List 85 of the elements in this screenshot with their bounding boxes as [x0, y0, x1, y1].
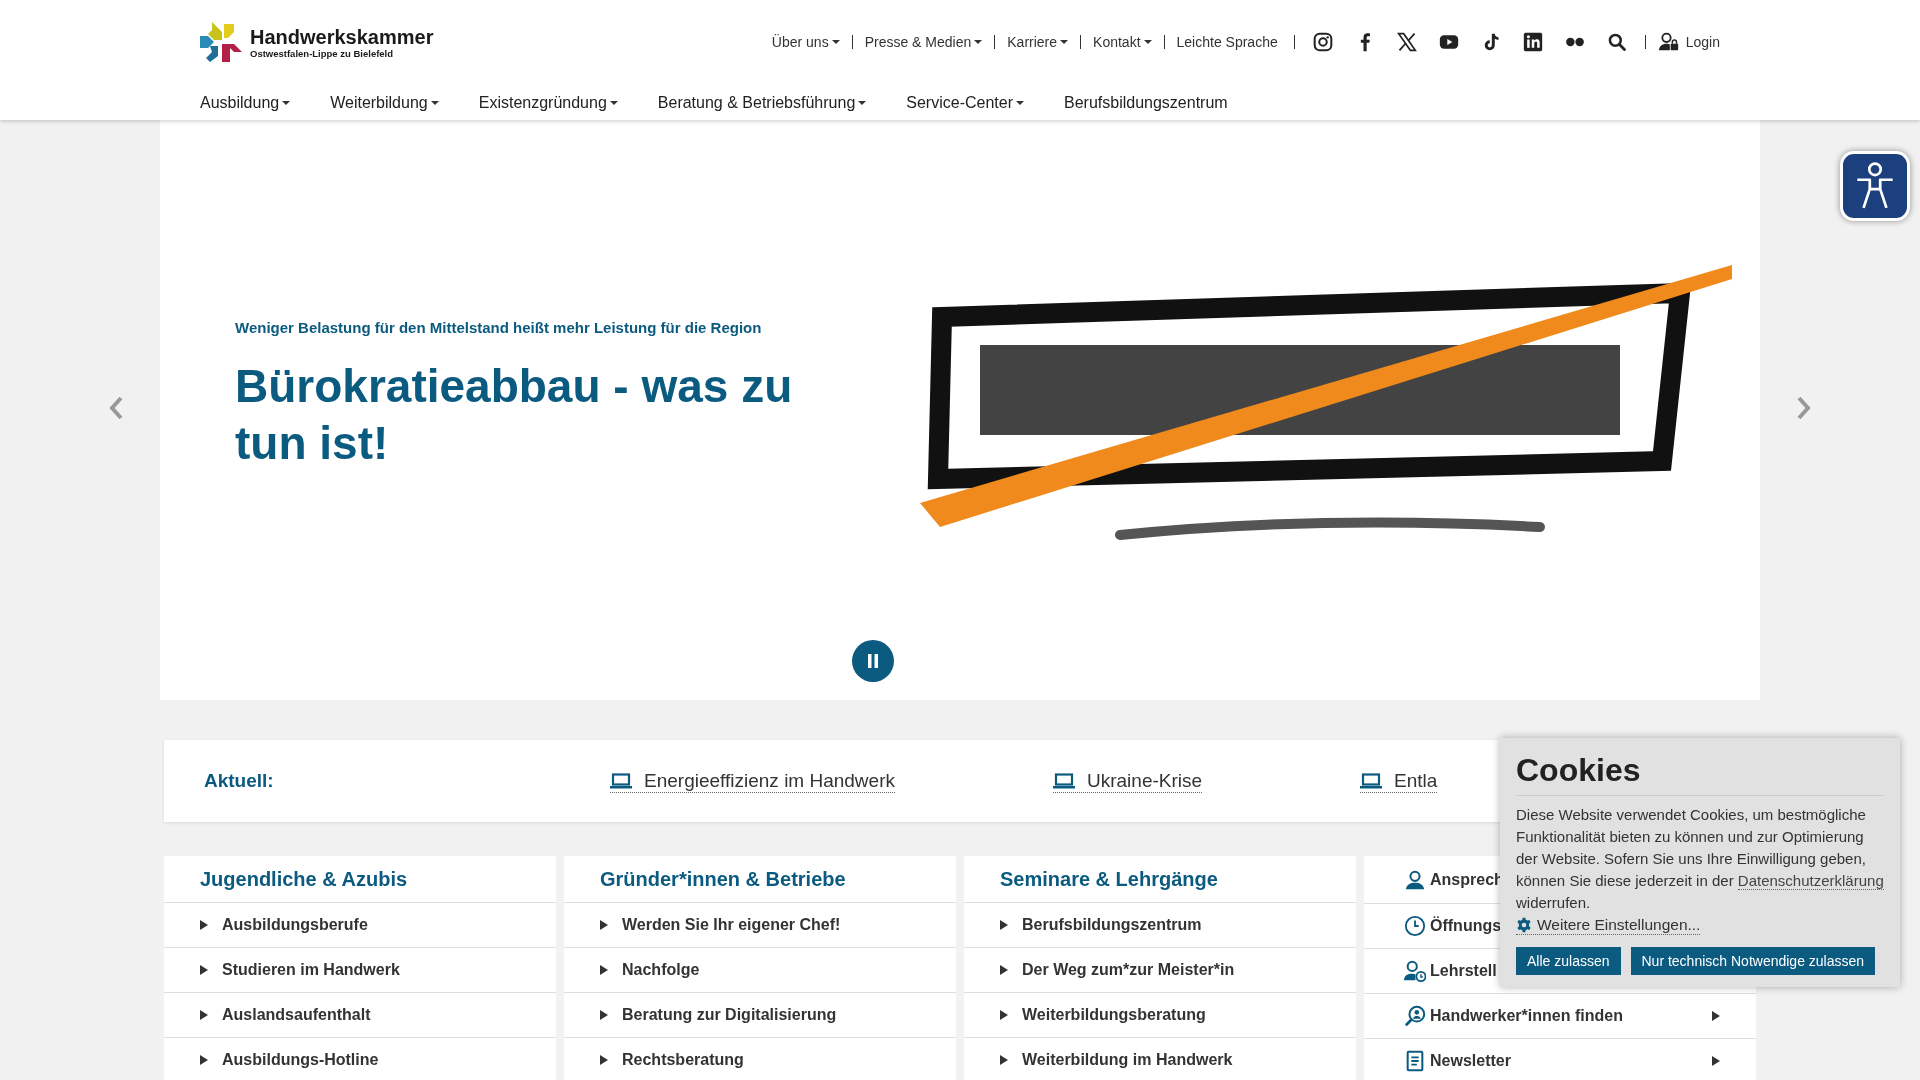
cookie-title: Cookies [1516, 752, 1884, 796]
card-link[interactable]: Beratung zur Digitalisierung [564, 993, 956, 1038]
triangle-icon [1000, 1055, 1008, 1065]
card-link[interactable]: Nachfolge [564, 948, 956, 993]
caret-icon [831, 40, 840, 44]
card-title: Jugendliche & Azubis [164, 856, 556, 903]
top-link[interactable]: Über uns [771, 34, 840, 50]
card-link[interactable]: Weiterbildungsberatung [964, 993, 1356, 1038]
triangle-icon [600, 965, 608, 975]
card-title: Seminare & Lehrgänge [964, 856, 1356, 903]
card-link[interactable]: Ausbildungsberufe [164, 903, 556, 948]
document-icon [1404, 1050, 1426, 1072]
caret-icon [282, 101, 291, 105]
triangle-icon [1000, 920, 1008, 930]
caret-icon [1060, 40, 1069, 44]
top-link[interactable]: Karriere [1007, 34, 1069, 50]
person-clock-icon [1404, 960, 1426, 982]
card-link[interactable]: Studieren im Handwerk [164, 948, 556, 993]
card-title: Gründer*innen & Betriebe [564, 856, 956, 903]
news-label: Aktuell: [204, 770, 275, 792]
slide-title: Bürokratieabbau - was zu tun ist! [235, 358, 794, 471]
instagram-icon[interactable] [1312, 32, 1333, 52]
card-link[interactable]: Werden Sie Ihr eigener Chef! [564, 903, 956, 948]
card-link[interactable]: Der Weg zum*zur Meister*in [964, 948, 1356, 993]
laptop-icon [610, 772, 632, 789]
logo-icon[interactable] [200, 22, 244, 62]
top-link[interactable]: Kontakt [1093, 34, 1152, 50]
main-nav-link[interactable]: Existenzgründung [478, 94, 618, 112]
caret-icon [430, 101, 439, 105]
card-link[interactable]: Auslandsaufenthalt [164, 993, 556, 1038]
caret-icon [1016, 101, 1024, 105]
triangle-icon [1000, 1010, 1008, 1020]
triangle-icon [600, 920, 608, 930]
pause-icon [867, 654, 879, 668]
triangle-icon [600, 1010, 608, 1020]
triangle-icon [200, 1055, 208, 1065]
service-link[interactable]: Handwerker*innen finden [1364, 994, 1756, 1039]
main-nav-link[interactable]: Beratung & Betriebsführung [657, 94, 867, 112]
news-link[interactable]: Energieeffizienz im Handwerk [610, 769, 895, 793]
triangle-icon [200, 965, 208, 975]
triangle-icon [1712, 1011, 1720, 1021]
news-link[interactable]: Entla [1360, 769, 1438, 793]
triangle-icon [200, 1010, 208, 1020]
card-link[interactable]: Ausbildungs-Hotline [164, 1038, 556, 1080]
triangle-icon [1000, 965, 1008, 975]
card-link[interactable]: Rechtsberatung [564, 1038, 956, 1080]
x-icon[interactable] [1396, 32, 1417, 52]
main-nav-link[interactable]: Ausbildung [200, 94, 291, 112]
triangle-icon [1712, 1056, 1720, 1066]
main-nav-link[interactable]: Weiterbildung [330, 94, 439, 112]
service-link[interactable]: Newsletter [1364, 1039, 1756, 1080]
main-nav-link[interactable]: Berufsbildungszentrum [1064, 94, 1228, 112]
accessibility-button[interactable] [1840, 151, 1910, 221]
main-nav-link[interactable]: Service-Center [906, 94, 1024, 112]
triangle-icon [600, 1055, 608, 1065]
login-link[interactable]: Login [1657, 32, 1720, 52]
caret-icon [974, 40, 983, 44]
privacy-link[interactable]: Datenschutzerklärung [1737, 872, 1884, 890]
cookie-button[interactable]: Alle zulassen [1516, 947, 1621, 975]
laptop-icon [1360, 772, 1383, 789]
caret-icon [1143, 40, 1152, 44]
clock-icon [1404, 915, 1426, 937]
triangle-icon [200, 920, 208, 930]
caret-icon [609, 101, 618, 105]
card-link[interactable]: Weiterbildung im Handwerk [964, 1038, 1356, 1080]
settings-icon [1516, 917, 1532, 933]
cookie-text: Diese Website verwendet Cookies, um bestmögliche Funktionalität bieten zu können und zur Optimierung der Website. Sofern Sie uns Ihre Einwilligung geben, können Sie diese jederzeit in der Datenschutzerklärung widerrufen. [1516, 805, 1884, 913]
slide-kicker: Weniger Belastung für den Mittelstand heißt mehr Leistung für die Region [235, 318, 763, 336]
caret-icon [858, 101, 867, 105]
user-lock-icon [1657, 32, 1680, 52]
person-magnifier-icon [1404, 1005, 1426, 1027]
logo-name: Handwerkskammer [250, 25, 434, 48]
laptop-icon [1053, 772, 1075, 789]
settings-link[interactable]: Weitere Einstellungen... [1516, 916, 1701, 935]
person-icon [1404, 868, 1426, 891]
top-link[interactable]: Presse & Medien [864, 34, 983, 50]
news-link[interactable]: Ukraine-Krise [1053, 769, 1203, 793]
card-link[interactable]: Berufsbildungszentrum [964, 903, 1356, 948]
youtube-icon[interactable] [1438, 32, 1459, 52]
pause-button[interactable] [852, 640, 894, 682]
cookie-button[interactable]: Nur technisch Notwendige zulassen [1630, 947, 1876, 975]
linkedin-icon[interactable] [1522, 32, 1543, 52]
top-link[interactable]: Leichte Sprache [1176, 34, 1278, 50]
logo-subtitle: Ostwestfalen-Lippe zu Bielefeld [250, 47, 395, 59]
search-icon[interactable] [1606, 32, 1627, 52]
